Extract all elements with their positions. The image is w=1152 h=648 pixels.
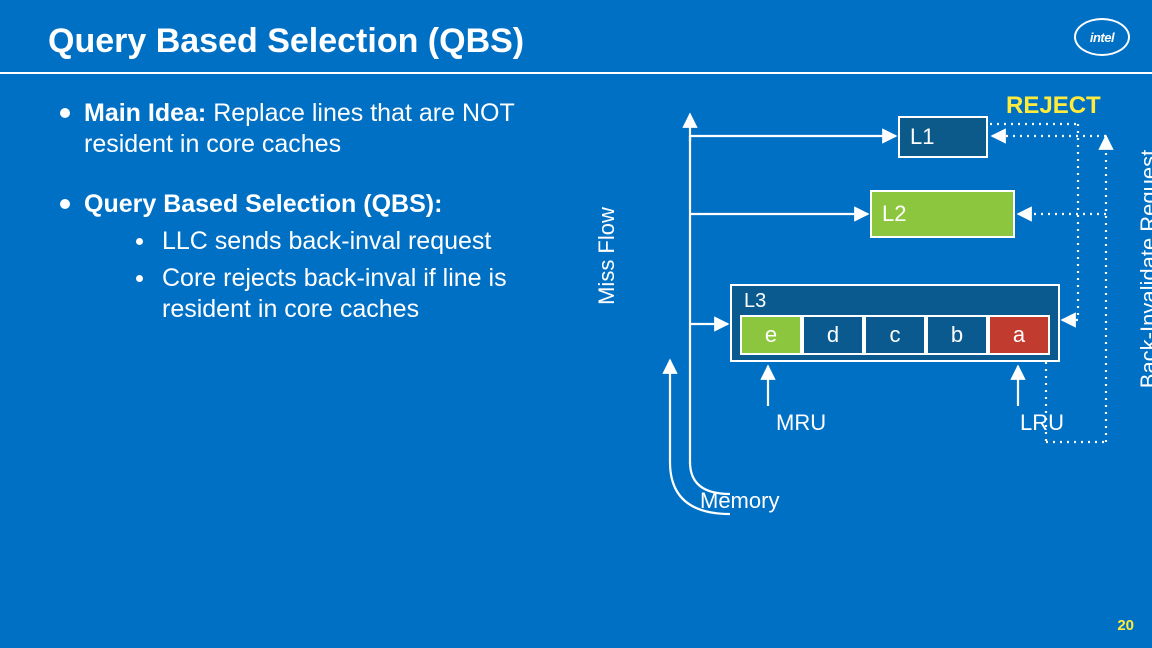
miss-flow-label: Miss Flow — [594, 196, 620, 316]
bullet-qbs: Query Based Selection (QBS): LLC sends b… — [60, 189, 580, 326]
cache-l1: L1 — [898, 116, 988, 158]
bullet-list: Main Idea: Replace lines that are NOT re… — [60, 98, 580, 354]
intel-logo: intel — [1074, 18, 1130, 56]
page-number: 20 — [1117, 617, 1134, 634]
l3-cell-c: c — [864, 315, 926, 355]
memory-label: Memory — [700, 488, 779, 514]
l3-cell-e: e — [740, 315, 802, 355]
back-invalidate-label: Back-Invalidate Request — [1136, 99, 1152, 439]
cache-l3-label: L3 — [740, 290, 1050, 313]
mru-label: MRU — [776, 410, 826, 436]
title-divider — [0, 72, 1152, 74]
sub-bullet-2: Core rejects back-inval if line is resid… — [142, 263, 580, 326]
cache-l2: L2 — [870, 190, 1015, 238]
reject-label: REJECT — [1006, 92, 1101, 120]
sub-bullet-1: LLC sends back-inval request — [142, 226, 580, 257]
l3-cell-a: a — [988, 315, 1050, 355]
l3-cell-d: d — [802, 315, 864, 355]
cache-l3: L3 e d c b a — [730, 284, 1060, 362]
bullet-main-idea: Main Idea: Replace lines that are NOT re… — [60, 98, 580, 161]
cache-diagram: REJECT L1 L2 L3 e d c b a Miss Flow Back… — [600, 84, 1140, 564]
bullet-main-idea-bold: Main Idea: — [84, 99, 206, 127]
l3-cell-b: b — [926, 315, 988, 355]
page-title: Query Based Selection (QBS) — [48, 22, 524, 61]
cache-l3-cells: e d c b a — [740, 315, 1050, 355]
bullet-qbs-label: Query Based Selection (QBS): — [84, 190, 442, 218]
lru-label: LRU — [1020, 410, 1064, 436]
